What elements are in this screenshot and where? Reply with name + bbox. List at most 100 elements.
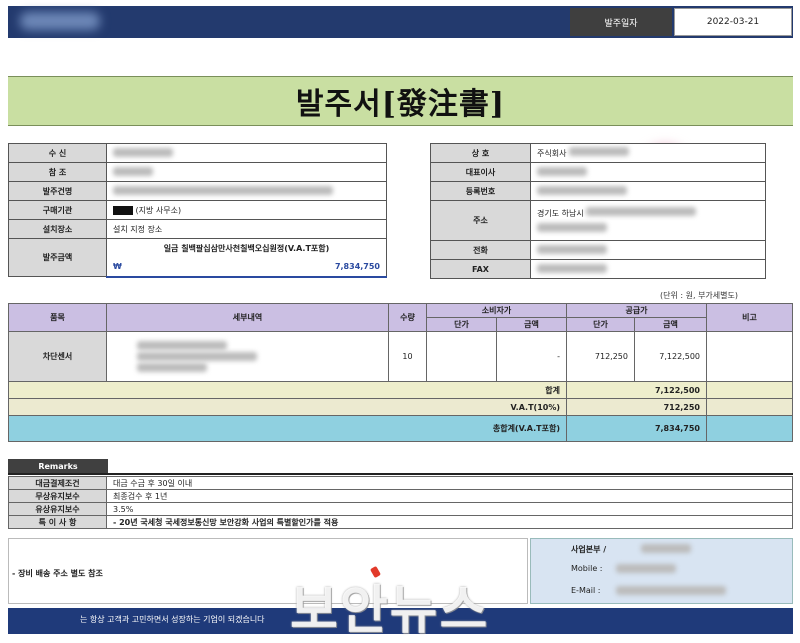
info-row: 설치장소 설치 지정 장소	[8, 219, 387, 239]
info-label: 상 호	[430, 143, 531, 163]
info-value	[530, 162, 766, 182]
info-label: 수 신	[8, 143, 107, 163]
vat-row: V.A.T(10%) 712,250	[8, 398, 793, 416]
info-row: 수 신	[8, 143, 387, 163]
remark-row: 특 이 사 항 - 20년 국세청 국세정보통신망 보안강화 사업의 특별할인가…	[8, 515, 793, 529]
watermark: 보안뉴스	[290, 581, 490, 641]
info-label: 대표이사	[430, 162, 531, 182]
col-note: 비고	[706, 303, 793, 332]
remark-label: 유상유지보수	[8, 502, 107, 516]
col-supply-unit: 단가	[566, 317, 635, 332]
info-row: FAX	[430, 259, 766, 279]
grand-total-note	[706, 415, 793, 442]
company-logo	[20, 12, 100, 30]
item-consumer-unit	[426, 331, 497, 382]
info-label: 구매기관	[8, 200, 107, 220]
col-consumer-unit: 단가	[426, 317, 497, 332]
grand-total-value: 7,834,750	[566, 415, 707, 442]
redaction-box	[113, 205, 133, 215]
header-row: 품목 세부내역 수량 소비자가 공급가 비고	[8, 303, 793, 332]
remark-value: - 20년 국세청 국세정보통신망 보안강화 사업의 특별할인가를 적용	[106, 515, 793, 529]
amount-label: 발주금액	[8, 238, 107, 277]
title-banner: 발주서[發注書]	[8, 76, 793, 126]
col-detail: 세부내역	[106, 303, 389, 332]
shipping-note: - 장비 배송 주소 별도 참조	[12, 569, 103, 578]
info-row: 등록번호	[430, 181, 766, 201]
amount-row: 발주금액 일금 칠백팔십삼만사천칠백오십원정(V.A.T포함)	[8, 238, 387, 277]
remark-label: 무상유지보수	[8, 489, 107, 503]
company-name: 주식회사	[537, 149, 567, 158]
supplier-info-table: 상 호 주식회사 대표이사 등록번호 주소 경기도 하남시 전화 FAX	[430, 143, 766, 279]
info-label: 설치장소	[8, 219, 107, 239]
order-date-label: 발주일자	[570, 8, 672, 36]
document-title: 발주서[發注書]	[295, 87, 506, 122]
col-qty: 수량	[388, 303, 427, 332]
total-value: 7,122,500	[566, 381, 707, 399]
remark-row: 유상유지보수 3.5%	[8, 502, 793, 516]
remark-label: 대금결제조건	[8, 476, 107, 490]
unit-note: (단위 : 원, 부가세별도)	[660, 291, 738, 300]
info-row: 상 호 주식회사	[430, 143, 766, 163]
contact-box: 사업본부 / Mobile : E-Mail :	[530, 538, 793, 604]
info-label: 주소	[430, 200, 531, 241]
col-consumer-price: 소비자가	[426, 303, 567, 318]
info-row: 발주건명	[8, 181, 387, 201]
contact-email: E-Mail :	[571, 586, 601, 595]
remarks-table: 대금결제조건 대금 수금 후 30일 이내 무상유지보수 최종검수 후 1년 유…	[8, 476, 793, 529]
col-item: 품목	[8, 303, 107, 332]
info-value	[106, 143, 387, 163]
info-row: 주소 경기도 하남시	[430, 200, 766, 241]
info-label: FAX	[430, 259, 531, 279]
col-supply-amount: 금액	[634, 317, 707, 332]
remarks-divider	[8, 473, 793, 475]
info-value	[530, 240, 766, 260]
total-row: 합계 7,122,500	[8, 381, 793, 399]
remark-row: 대금결제조건 대금 수금 후 30일 이내	[8, 476, 793, 490]
vat-note	[706, 398, 793, 416]
total-label: 합계	[8, 381, 567, 399]
info-value: 주식회사	[530, 143, 766, 163]
footer-slogan: 는 항상 고객과 고민하면서 성장하는 기업이 되겠습니다	[80, 615, 265, 624]
item-consumer-amount: -	[496, 331, 567, 382]
item-note	[706, 331, 793, 382]
vat-value: 712,250	[566, 398, 707, 416]
remark-label: 특 이 사 항	[8, 515, 107, 529]
info-row: 대표이사	[430, 162, 766, 182]
info-row: 전화	[430, 240, 766, 260]
info-value: (지방 사무소)	[106, 200, 387, 220]
currency-symbol: ₩	[113, 262, 122, 271]
info-label: 참 조	[8, 162, 107, 182]
remarks-tab: Remarks	[8, 459, 108, 473]
col-consumer-amount: 금액	[496, 317, 567, 332]
contact-dept: 사업본부 /	[571, 545, 607, 554]
items-table: 품목 세부내역 수량 소비자가 공급가 비고 단가 금액 단가 금액 차단센서 …	[8, 303, 793, 442]
info-value	[106, 162, 387, 182]
order-date-value: 2022-03-21	[674, 8, 792, 36]
info-value: 설치 지정 장소	[106, 219, 387, 239]
amount-korean: 일금 칠백팔십삼만사천칠백오십원정(V.A.T포함)	[106, 238, 387, 258]
remark-row: 무상유지보수 최종검수 후 1년	[8, 489, 793, 503]
item-supply-amount: 7,122,500	[634, 331, 707, 382]
info-label: 등록번호	[430, 181, 531, 201]
total-note	[706, 381, 793, 399]
info-value: 경기도 하남시	[530, 200, 766, 241]
remark-value: 3.5%	[106, 502, 793, 516]
grand-total-row: 총합계(V.A.T포함) 7,834,750	[8, 415, 793, 442]
vat-label: V.A.T(10%)	[8, 398, 567, 416]
item-name: 차단센서	[8, 331, 107, 382]
remark-value: 대금 수금 후 30일 이내	[106, 476, 793, 490]
info-value	[530, 181, 766, 201]
item-supply-unit: 712,250	[566, 331, 635, 382]
amount-value: 7,834,750	[334, 262, 380, 271]
contact-mobile: Mobile :	[571, 564, 603, 573]
info-row: 구매기관 (지방 사무소)	[8, 200, 387, 220]
purchaser-value: (지방 사무소)	[135, 205, 182, 215]
table-row: 차단센서 10 - 712,250 7,122,500	[8, 331, 793, 382]
info-row: 참 조	[8, 162, 387, 182]
amount-value-cell: ₩ 7,834,750	[106, 257, 387, 278]
item-detail	[106, 331, 389, 382]
info-label: 전화	[430, 240, 531, 260]
remark-value: 최종검수 후 1년	[106, 489, 793, 503]
address-value: 경기도 하남시	[537, 209, 584, 218]
col-supply-price: 공급가	[566, 303, 707, 318]
